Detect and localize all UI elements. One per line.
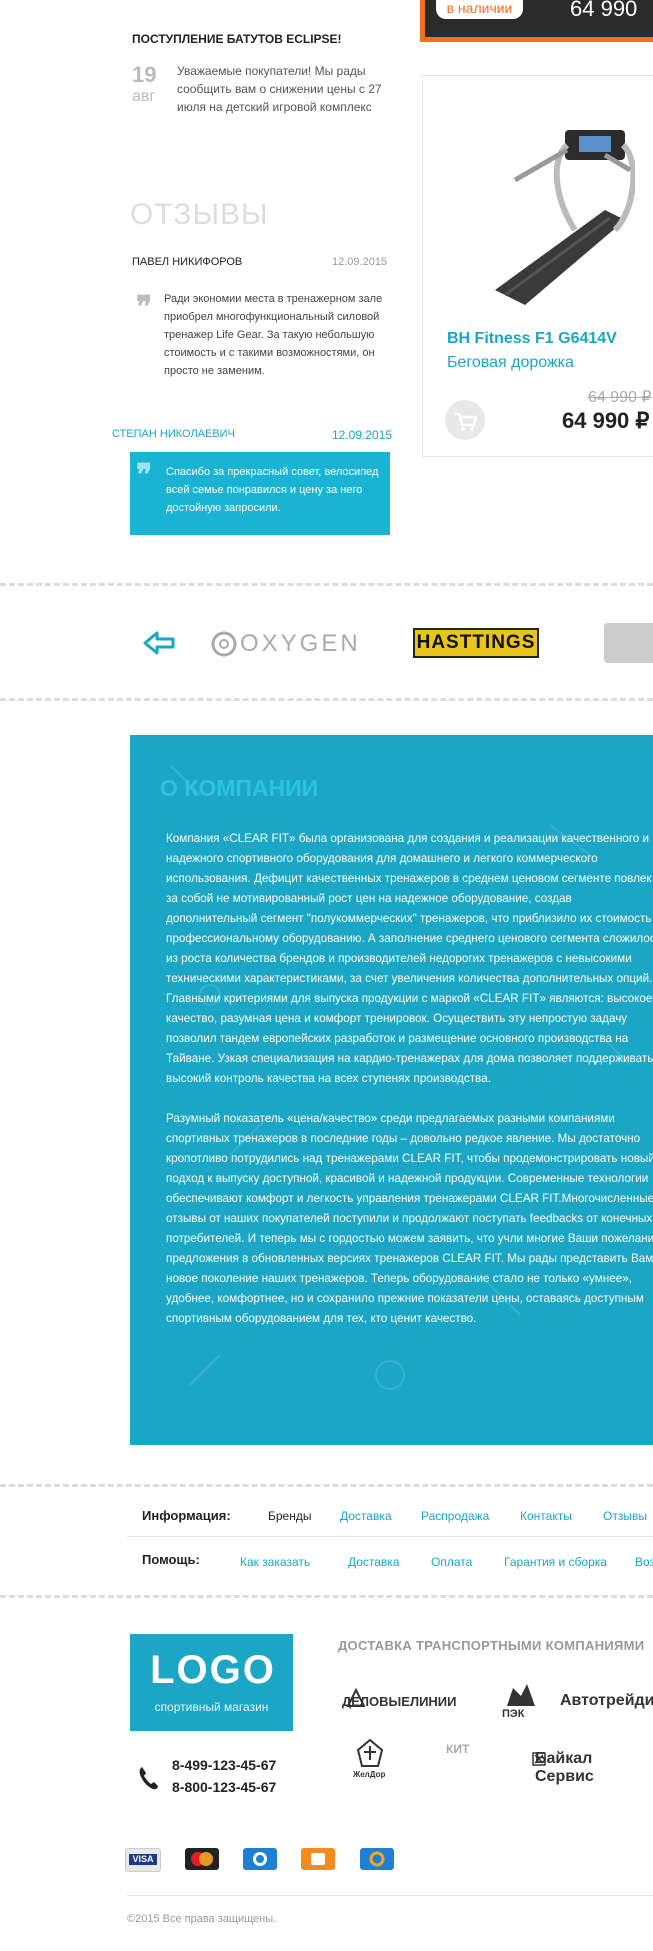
delivery-company-baikal: Байкал Сервис	[535, 1750, 594, 1785]
reviews-heading: ОТЗЫВЫ	[130, 198, 269, 231]
info-label: Информация:	[142, 1508, 231, 1523]
footer-link-brands[interactable]: Бренды	[268, 1509, 311, 1523]
phone-icon	[139, 1767, 158, 1790]
brand-logo-hasttings[interactable]: HASTTINGS	[413, 628, 539, 658]
news-month: авг	[132, 88, 156, 105]
review-author: СТЕПАН НИКОЛАЕВИЧ	[112, 428, 235, 440]
divider	[0, 583, 653, 586]
review-text: Ради экономии места в тренажерном зале п…	[164, 293, 383, 377]
carousel-prev-button[interactable]	[142, 630, 176, 656]
news-text: Уважаемые покупатели! Мы рады сообщить в…	[177, 64, 382, 114]
baikal-logo-icon	[532, 1752, 546, 1766]
footer-link-payment[interactable]: Оплата	[431, 1555, 472, 1569]
about-heading: О КОМПАНИИ	[160, 775, 319, 801]
about-text: Компания «CLEAR FIT» была организована д…	[166, 832, 653, 1325]
help-label: Помощь:	[142, 1552, 200, 1567]
phone-number[interactable]: 8-499-123-45-67	[172, 1757, 276, 1773]
footer-link-reviews[interactable]: Отзывы	[603, 1509, 647, 1523]
footer-link-sale[interactable]: Распродажа	[421, 1509, 489, 1523]
product-type: Беговая дорожка	[447, 354, 574, 371]
qiwi-icon	[360, 1848, 394, 1870]
footer-link-returns[interactable]: Воз	[635, 1555, 653, 1569]
top-product-price: 64 990	[570, 0, 638, 21]
footer-link-warranty[interactable]: Гарантия и сборка	[504, 1555, 607, 1569]
review-author: ПАВЕЛ НИКИФОРОВ	[132, 256, 243, 268]
review-date: 12.09.2015	[332, 428, 393, 442]
delivery-heading: ДОСТАВКА ТРАНСПОРТНЫМИ КОМПАНИЯМИ	[338, 1638, 645, 1653]
footer-divider	[127, 1895, 653, 1896]
mastercard-icon	[185, 1848, 219, 1870]
pek-logo-icon	[507, 1684, 535, 1706]
stock-badge: в наличии	[436, 0, 523, 19]
visa-icon: VISA	[125, 1848, 161, 1872]
add-to-cart-button[interactable]	[445, 400, 485, 440]
zheldor-logo-icon	[356, 1738, 384, 1767]
brand-logo-partial[interactable]	[604, 623, 653, 663]
webmoney-icon	[243, 1848, 277, 1870]
footer-link-delivery[interactable]: Доставка	[340, 1509, 392, 1523]
delivery-company-zheldor: ЖелДор	[353, 1770, 386, 1779]
phone-number[interactable]: 8-800-123-45-67	[172, 1779, 276, 1795]
product-name[interactable]: BH Fitness F1 G6414V	[447, 330, 617, 348]
yandex-money-icon	[301, 1848, 335, 1870]
divider	[0, 698, 653, 701]
delivery-company-kit: КИТ	[446, 1742, 470, 1756]
old-price: 64 990 ₽	[588, 389, 652, 406]
dellin-logo-icon	[346, 1688, 366, 1707]
copyright: ©2015 Все права защищены.	[127, 1913, 277, 1925]
divider	[0, 1484, 653, 1487]
oxygen-logo-icon	[211, 631, 237, 657]
quote-icon: ❞	[136, 290, 153, 325]
footer-nav-divider	[127, 1536, 653, 1537]
footer-link-how-to-order[interactable]: Как заказать	[240, 1555, 310, 1569]
news-day: 19	[132, 62, 157, 87]
footer-link-contacts[interactable]: Контакты	[520, 1509, 572, 1523]
review-date: 12.09.2015	[332, 256, 388, 268]
news-title[interactable]: ПОСТУПЛЕНИЕ БАТУТОВ ECLIPSE!	[132, 32, 342, 46]
treadmill-image[interactable]	[455, 100, 635, 310]
cart-icon	[455, 412, 478, 431]
logo-text: LOGO	[150, 1648, 276, 1692]
review-text: Спасибо за прекрасный совет, велосипед в…	[166, 466, 379, 514]
logo-subtitle: спортивный магазин	[154, 1700, 269, 1714]
footer-link-delivery-help[interactable]: Доставка	[348, 1555, 400, 1569]
price: 64 990 ₽	[562, 408, 650, 433]
delivery-company-avtotreiding: Автотрейдинг	[560, 1692, 653, 1709]
quote-icon: ❞	[136, 458, 153, 493]
divider	[0, 1595, 653, 1598]
